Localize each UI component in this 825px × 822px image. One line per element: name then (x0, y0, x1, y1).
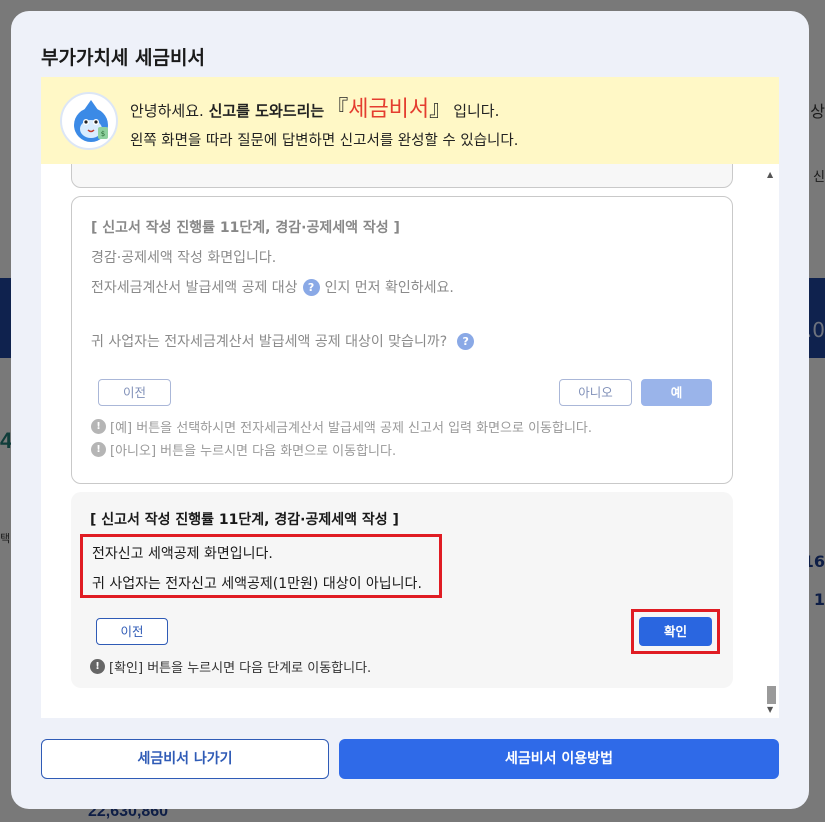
step-note: ! [확인] 버튼을 누르시면 다음 단계로 이동합니다. (90, 657, 371, 676)
step-line-prefix: 전자세금계산서 발급세액 공제 대상 (91, 280, 298, 296)
step-note: ! [예] 버튼을 선택하시면 전자세금계산서 발급세액 공제 신고서 입력 화… (91, 417, 592, 436)
step-line: 전자세금계산서 발급세액 공제 대상 ? 인지 먼저 확인하세요. (91, 277, 454, 297)
previous-button[interactable]: 이전 (96, 618, 168, 645)
banner-greeting: 안녕하세요. 신고를 도와드리는 『세금비서』 입니다. (130, 91, 518, 123)
mascot-icon: $ (60, 91, 118, 150)
note-text: [예] 버튼을 선택하시면 전자세금계산서 발급세액 공제 신고서 입력 화면으… (110, 421, 593, 436)
assistant-guide-button[interactable]: 세금비서 이용방법 (339, 739, 779, 779)
scrollbar-thumb[interactable] (767, 686, 776, 704)
brand-text: 세금비서 (348, 97, 430, 122)
greeting-bold: 신고를 도와드리는 (208, 102, 325, 120)
step-line: 전자신고 세액공제 화면입니다. (92, 546, 273, 562)
highlight-box: 전자신고 세액공제 화면입니다. 귀 사업자는 전자신고 세액공제(1만원) 대… (80, 534, 442, 598)
previous-step-card: [ 신고서 작성 진행률 11단계, 경감·공제세액 작성 ] 경감·공제세액 … (71, 196, 733, 484)
note-text: [확인] 버튼을 누르시면 다음 단계로 이동합니다. (109, 661, 372, 676)
question-circle-icon[interactable]: ? (457, 332, 475, 350)
exclamation-circle-icon: ! (90, 659, 105, 674)
earlier-step-card (71, 164, 733, 188)
confirm-button[interactable]: 확인 (639, 617, 712, 646)
previous-button[interactable]: 이전 (98, 379, 171, 406)
modal-title: 부가가치세 세금비서 (41, 47, 205, 69)
chat-content[interactable]: [ 신고서 작성 진행률 11단계, 경감·공제세액 작성 ] 경감·공제세액 … (41, 164, 779, 718)
brand-close-quote: 』 (429, 97, 452, 122)
question-text: 귀 사업자는 전자세금계산서 발급세액 공제 대상이 맞습니까? (91, 334, 448, 350)
assistant-banner: $ 안녕하세요. 신고를 도와드리는 『세금비서』 입니다. 왼쪽 화면을 따라… (41, 77, 779, 164)
step-line: 경감·공제세액 작성 화면입니다. (91, 250, 277, 266)
exclamation-circle-icon: ! (91, 442, 106, 457)
confirm-highlight: 확인 (631, 609, 720, 654)
scroll-down-icon[interactable]: ▼ (767, 705, 773, 714)
scroll-up-icon[interactable]: ▲ (767, 170, 773, 179)
yes-button[interactable]: 예 (641, 379, 712, 406)
current-step-card: [ 신고서 작성 진행률 11단계, 경감·공제세액 작성 ] 전자신고 세액공… (71, 492, 733, 688)
note-text: [아니오] 버튼을 누르시면 다음 화면으로 이동합니다. (110, 444, 397, 459)
step-heading: [ 신고서 작성 진행률 11단계, 경감·공제세액 작성 ] (91, 220, 400, 236)
tax-assistant-modal: 부가가치세 세금비서 $ 안녕하세요. 신고를 도와드리는 『세금비서』 입니다… (11, 11, 809, 809)
question-circle-icon[interactable]: ? (302, 278, 320, 296)
svg-text:$: $ (101, 130, 105, 138)
step-line: 귀 사업자는 전자신고 세액공제(1만원) 대상이 아닙니다. (92, 576, 422, 592)
greeting-suffix: 입니다. (453, 102, 500, 120)
banner-guide: 왼쪽 화면을 따라 질문에 답변하면 신고서를 완성할 수 있습니다. (130, 133, 519, 149)
brand-open-quote: 『 (326, 97, 349, 122)
exit-assistant-button[interactable]: 세금비서 나가기 (41, 739, 329, 779)
step-line-suffix: 인지 먼저 확인하세요. (324, 280, 454, 296)
brand-name: 『세금비서』 (326, 91, 451, 123)
no-button[interactable]: 아니오 (559, 379, 632, 406)
step-heading: [ 신고서 작성 진행률 11단계, 경감·공제세액 작성 ] (90, 512, 399, 528)
step-question: 귀 사업자는 전자세금계산서 발급세액 공제 대상이 맞습니까? ? (91, 331, 479, 351)
greeting-prefix: 안녕하세요. (130, 102, 204, 120)
content-scrollbar[interactable]: ▲ ▼ (763, 164, 779, 718)
step-note: ! [아니오] 버튼을 누르시면 다음 화면으로 이동합니다. (91, 440, 396, 459)
exclamation-circle-icon: ! (91, 419, 106, 434)
